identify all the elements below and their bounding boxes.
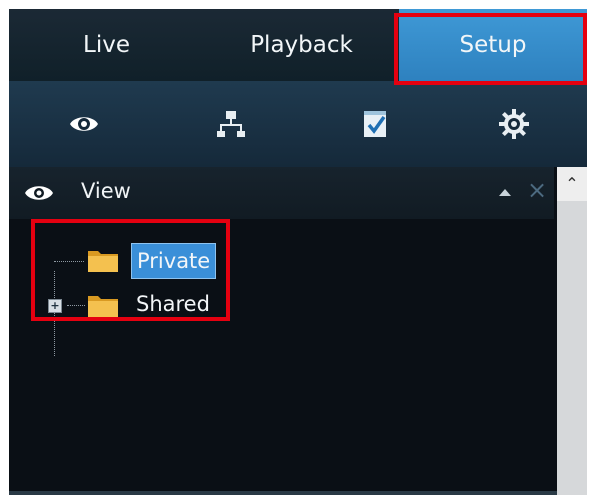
tab-live[interactable]: Live — [9, 9, 204, 81]
scroll-up-icon[interactable]: ⌃ — [557, 167, 587, 201]
checklist-icon[interactable] — [359, 107, 393, 141]
scrollbar[interactable]: ⌃ — [557, 167, 587, 495]
panel-title: View — [81, 179, 131, 203]
app-window: Live Playback Setup View × + Private Sha… — [9, 9, 587, 495]
view-panel-header: View × — [9, 167, 554, 219]
collapse-icon[interactable] — [499, 189, 511, 196]
network-icon[interactable] — [214, 107, 248, 141]
annotation-highlight-setup — [394, 13, 587, 85]
bottom-border — [9, 491, 557, 495]
annotation-highlight-tree — [31, 219, 230, 321]
icon-toolbar — [9, 81, 587, 167]
eye-icon — [23, 181, 55, 205]
tab-playback[interactable]: Playback — [204, 9, 399, 81]
close-icon[interactable]: × — [526, 178, 548, 202]
eye-icon[interactable] — [67, 107, 101, 141]
gear-icon[interactable] — [497, 107, 531, 141]
